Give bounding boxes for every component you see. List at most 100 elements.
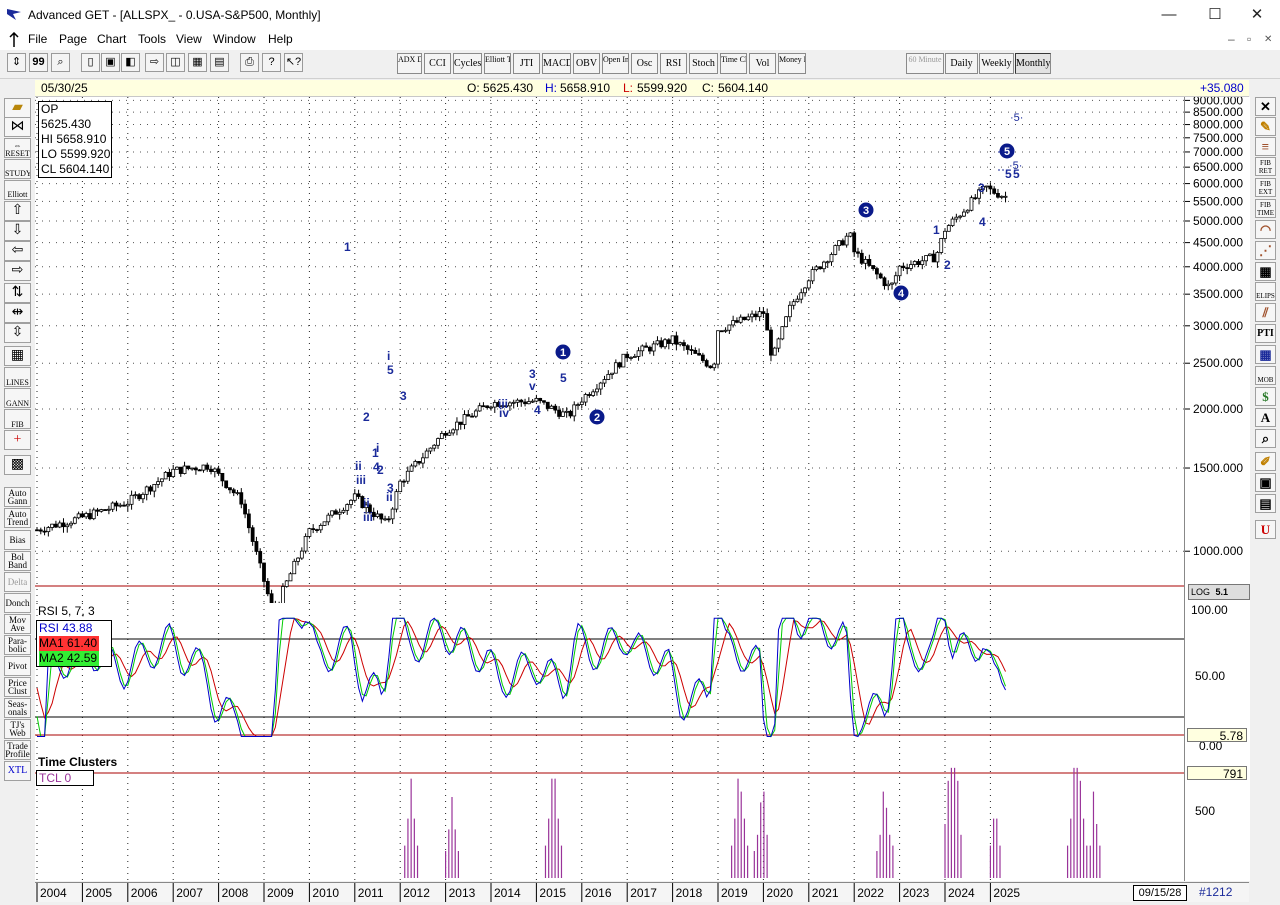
- indicator-osc-button[interactable]: Osc: [631, 53, 658, 74]
- mob-button[interactable]: MOB: [1255, 366, 1276, 385]
- zoom-tool-icon[interactable]: ⌕: [51, 53, 70, 72]
- dollar-icon[interactable]: $: [1255, 387, 1276, 406]
- marker-icon[interactable]: ✐: [1255, 452, 1276, 471]
- help-icon[interactable]: ?: [262, 53, 281, 72]
- bol-band-button[interactable]: Bol Band: [4, 551, 31, 571]
- gann-button[interactable]: GANN: [4, 388, 31, 408]
- forward-icon[interactable]: ⇨: [145, 53, 164, 72]
- fib-time-button[interactable]: FIB TIME: [1255, 199, 1276, 218]
- log-toggle[interactable]: LOG 5.1: [1188, 584, 1250, 600]
- auto-gann-button[interactable]: Auto Gann: [4, 487, 31, 507]
- arrow-up-icon[interactable]: ⇧: [4, 201, 31, 221]
- compress-icon[interactable]: ⇳: [4, 323, 31, 343]
- close-tool-icon[interactable]: ✕: [1255, 97, 1276, 116]
- compare-icon[interactable]: ◫: [166, 53, 185, 72]
- pencil-icon[interactable]: ✎: [1255, 117, 1276, 136]
- lines-button[interactable]: LINES: [4, 367, 31, 387]
- delta-button[interactable]: Delta: [4, 572, 31, 592]
- time-clusters-pane[interactable]: [35, 753, 1184, 881]
- indicator-vol-button[interactable]: Vol: [749, 53, 776, 74]
- text-tool-button[interactable]: A: [1255, 408, 1276, 427]
- donch-button[interactable]: Donch: [4, 593, 31, 613]
- price-chart-pane[interactable]: 1 2 1 4 ii iii ii iii i 2 i 5 3 3 ii iii iv 3 v 4 5 1 2 3 4 5 5 1 2 3…: [35, 97, 1184, 613]
- indicator-elliott-trig-button[interactable]: Elliott Trig: [484, 53, 511, 74]
- table-tool-icon[interactable]: ▤: [210, 53, 229, 72]
- maximize-button[interactable]: ☐: [1192, 0, 1238, 30]
- mdi-restore-button[interactable]: ▫: [1247, 32, 1251, 46]
- box-icon[interactable]: ▦: [1255, 262, 1276, 281]
- indicator-rsi-button[interactable]: RSI: [660, 53, 687, 74]
- magnify-icon[interactable]: ⌕: [1255, 429, 1276, 448]
- pti-button[interactable]: PTI: [1255, 324, 1276, 343]
- mdi-close-button[interactable]: ✕: [1264, 34, 1272, 45]
- indicator-obv-button[interactable]: OBV: [573, 53, 600, 74]
- indicator-open-int-button[interactable]: Open Int: [602, 53, 629, 74]
- close-button[interactable]: ✕: [1234, 0, 1280, 30]
- menu-chart[interactable]: Chart: [97, 32, 126, 46]
- save-icon[interactable]: ▣: [101, 53, 120, 72]
- arrow-down-icon[interactable]: ⇩: [4, 221, 31, 241]
- book-icon[interactable]: ▤: [1255, 494, 1276, 513]
- menu-file[interactable]: File: [28, 32, 47, 46]
- context-help-icon[interactable]: ↖?: [284, 53, 303, 72]
- xtl-button[interactable]: XTL: [4, 761, 31, 781]
- menu-help[interactable]: Help: [268, 32, 293, 46]
- fib-ext-button[interactable]: FIB EXT: [1255, 178, 1276, 197]
- indicator-cycles-button[interactable]: Cycles: [453, 53, 482, 74]
- parabolic-button[interactable]: Para-bolic: [4, 635, 31, 655]
- expand-horizontal-icon[interactable]: ⇹: [4, 303, 31, 323]
- arrow-left-icon[interactable]: ⇦: [4, 241, 31, 261]
- menu-tools[interactable]: Tools: [138, 32, 166, 46]
- timeframe-60-minute-button[interactable]: 60 Minute: [906, 53, 944, 74]
- open-chart-icon[interactable]: ◧: [121, 53, 140, 72]
- auto-trend-button[interactable]: Auto Trend: [4, 508, 31, 528]
- quote-tool-icon[interactable]: 99: [29, 53, 48, 72]
- elips-button[interactable]: ELIPS: [1255, 282, 1276, 301]
- table-icon[interactable]: ▦: [1255, 345, 1276, 364]
- menu-page[interactable]: Page: [59, 32, 87, 46]
- minimize-button[interactable]: —: [1146, 0, 1192, 30]
- grid-icon[interactable]: ▦: [4, 346, 31, 366]
- indicator-cci-button[interactable]: CCI: [424, 53, 451, 74]
- fib-button[interactable]: FIB: [4, 409, 31, 429]
- print-icon[interactable]: ⎙: [240, 53, 259, 72]
- indicator-jti-button[interactable]: JTI: [513, 53, 540, 74]
- indicator-macd-button[interactable]: MACD: [542, 53, 571, 74]
- seasonals-button[interactable]: Seas-onals: [4, 698, 31, 718]
- arrow-right-icon[interactable]: ⇨: [4, 261, 31, 281]
- fib-ret-button[interactable]: FIB RET: [1255, 157, 1276, 176]
- menu-view[interactable]: View: [176, 32, 202, 46]
- timeframe-daily-button[interactable]: Daily: [945, 53, 978, 74]
- new-page-icon[interactable]: ▯: [81, 53, 100, 72]
- settings-icon[interactable]: ▩: [4, 455, 31, 475]
- indicator-money-flow-button[interactable]: Money Flow: [778, 53, 806, 74]
- pivot-button[interactable]: Pivot: [4, 656, 31, 676]
- undo-icon[interactable]: U: [1255, 520, 1276, 539]
- price-clust-button[interactable]: Price Clust: [4, 677, 31, 697]
- elliott-button[interactable]: Elliott: [4, 180, 31, 200]
- tjs-web-button[interactable]: TJ's Web: [4, 719, 31, 739]
- open-folder-icon[interactable]: ▰: [4, 98, 31, 118]
- mov-ave-button[interactable]: Mov Ave: [4, 614, 31, 634]
- indicator-time-clust-button[interactable]: Time Clust: [720, 53, 747, 74]
- mdi-minimize-button[interactable]: –: [1228, 32, 1235, 46]
- timeframe-weekly-button[interactable]: Weekly: [979, 53, 1014, 74]
- arc-icon[interactable]: ◠: [1255, 220, 1276, 239]
- fan-icon[interactable]: ⋰: [1255, 241, 1276, 260]
- bias-button[interactable]: Bias: [4, 530, 31, 550]
- menu-window[interactable]: Window: [213, 32, 256, 46]
- price-scale[interactable]: 9000.000 8500.000 8000.000 7500.000 7000.000…: [1184, 93, 1250, 603]
- parallel-icon[interactable]: ⫽: [1255, 303, 1276, 322]
- rsi-pane[interactable]: [35, 603, 1184, 753]
- indicator-adx-dmi-button[interactable]: ADX DMI: [397, 53, 422, 74]
- calendar-icon[interactable]: ▣: [1255, 473, 1276, 492]
- study-button[interactable]: STUDY: [4, 159, 31, 179]
- expand-vertical-icon[interactable]: ⇅: [4, 283, 31, 303]
- timeframe-monthly-button[interactable]: Monthly: [1015, 53, 1051, 74]
- pattern-icon[interactable]: ⋈: [4, 117, 31, 137]
- crosshair-icon[interactable]: +: [4, 430, 31, 450]
- cursor-tool-icon[interactable]: ⇕: [7, 53, 26, 72]
- grid-tool-icon[interactable]: ▦: [188, 53, 207, 72]
- trade-profile-button[interactable]: Trade Profile: [4, 740, 31, 760]
- reset-button[interactable]: ⇔ RESET: [4, 138, 31, 158]
